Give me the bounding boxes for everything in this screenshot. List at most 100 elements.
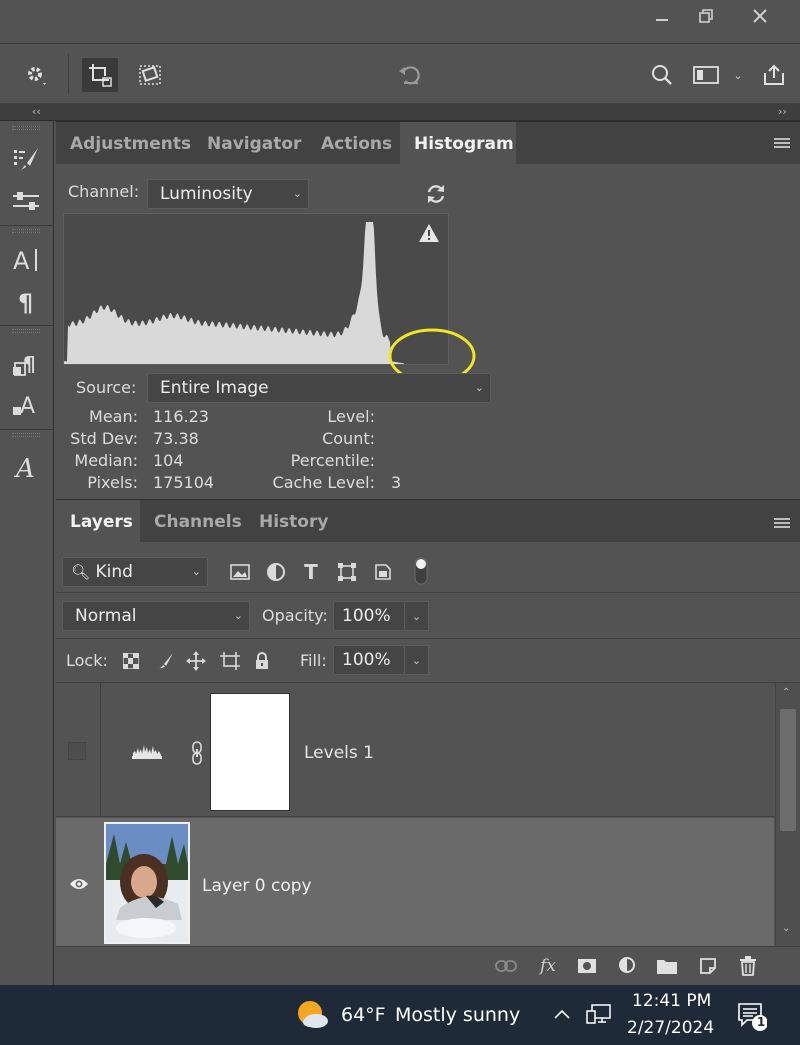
- warning-icon[interactable]: [418, 222, 440, 244]
- crop-delete-icon[interactable]: [82, 58, 118, 92]
- dock-grip[interactable]: [12, 329, 40, 333]
- notification-icon[interactable]: 1: [737, 1001, 768, 1031]
- lock-transparent-icon[interactable]: [120, 650, 142, 672]
- layers-scrollbar[interactable]: ⌃ ⌄: [775, 683, 800, 946]
- weather-temperature[interactable]: 64°F: [341, 1004, 386, 1026]
- search-icon[interactable]: [644, 58, 680, 92]
- scrollbar-thumb[interactable]: [780, 709, 796, 831]
- adjustment-layer-filter-icon[interactable]: [264, 560, 288, 584]
- panel-menu-icon[interactable]: [774, 138, 790, 150]
- shape-layer-filter-icon[interactable]: [335, 560, 359, 584]
- clock-date[interactable]: 2/27/2024: [627, 1018, 714, 1038]
- tab-history[interactable]: History: [245, 500, 342, 542]
- layer-mask-thumbnail[interactable]: [210, 693, 290, 811]
- workspace-icon[interactable]: [688, 58, 724, 92]
- tab-adjustments[interactable]: Adjustments: [56, 122, 205, 164]
- character-styles-icon[interactable]: A: [6, 387, 46, 423]
- smart-object-filter-icon[interactable]: [371, 560, 395, 584]
- minimize-icon[interactable]: [640, 2, 684, 30]
- chevron-down-icon[interactable]: ⌄: [405, 645, 429, 675]
- chevron-down-icon: ⌄: [292, 187, 302, 200]
- median-value: 104: [153, 451, 184, 470]
- opacity-input[interactable]: 100%: [333, 601, 405, 631]
- channel-select[interactable]: Luminosity ⌄: [147, 179, 309, 209]
- new-adjustment-layer-icon[interactable]: [615, 955, 641, 977]
- source-select-value: Entire Image: [160, 378, 269, 398]
- source-label: Source:: [76, 378, 137, 397]
- reset-icon[interactable]: [392, 58, 428, 92]
- tab-layers[interactable]: Layers: [56, 500, 140, 542]
- mean-label: Mean:: [89, 407, 138, 426]
- link-chain-icon[interactable]: [190, 741, 204, 765]
- adjustment-sliders-icon[interactable]: [6, 183, 46, 219]
- layer-filter-select[interactable]: 🔍︎ Kind ⌄: [62, 557, 208, 587]
- lock-artboard-icon[interactable]: [219, 650, 241, 672]
- weather-sun-cloud-icon[interactable]: [294, 999, 330, 1031]
- dock-grip[interactable]: [12, 229, 40, 233]
- straighten-icon[interactable]: [132, 58, 168, 92]
- panel-menu-icon[interactable]: [774, 518, 790, 530]
- collapse-left-icon[interactable]: ‹‹: [32, 104, 41, 120]
- layers-tab-bar: Layers Channels History: [56, 500, 800, 542]
- dock-grip[interactable]: [12, 433, 40, 437]
- pixel-layer-filter-icon[interactable]: [228, 560, 252, 584]
- paragraph-icon[interactable]: ¶: [6, 283, 46, 319]
- trash-icon[interactable]: [735, 955, 761, 977]
- blend-mode-select[interactable]: Normal ⌄: [62, 601, 250, 631]
- tab-histogram[interactable]: Histogram: [400, 122, 516, 164]
- refresh-icon[interactable]: [424, 182, 448, 206]
- scroll-down-icon[interactable]: ⌄: [782, 923, 790, 934]
- restore-icon[interactable]: [684, 2, 728, 30]
- fx-icon[interactable]: fx: [535, 955, 561, 977]
- pixels-value: 175104: [153, 473, 215, 492]
- percentile-label: Percentile:: [290, 451, 375, 470]
- tab-navigator[interactable]: Navigator: [193, 122, 315, 164]
- lock-all-icon[interactable]: [251, 650, 273, 672]
- network-icon[interactable]: [586, 1003, 612, 1027]
- layer-row-levels[interactable]: Levels 1: [56, 683, 774, 817]
- search-icon: 🔍︎: [71, 563, 91, 581]
- brush-presets-icon[interactable]: [6, 141, 46, 177]
- lock-position-move-icon[interactable]: [185, 650, 207, 672]
- chevron-down-icon: ⌄: [191, 565, 201, 578]
- dock-grip[interactable]: [12, 126, 40, 130]
- layer-thumbnail[interactable]: [104, 822, 190, 944]
- options-divider: [68, 54, 69, 94]
- layer-row-layer0copy[interactable]: Layer 0 copy: [56, 818, 774, 946]
- tab-channels[interactable]: Channels: [140, 500, 256, 542]
- link-layers-icon[interactable]: [493, 955, 519, 977]
- paragraph-styles-icon[interactable]: ¶: [6, 347, 46, 383]
- stddev-label: Std Dev:: [70, 429, 138, 448]
- layer-name[interactable]: Levels 1: [304, 743, 374, 763]
- workspace-chevron-icon[interactable]: ⌄: [726, 58, 750, 92]
- weather-description[interactable]: Mostly sunny: [395, 1004, 520, 1026]
- lock-pixels-brush-icon[interactable]: [155, 650, 177, 672]
- pixels-label: Pixels:: [87, 473, 138, 492]
- fill-input[interactable]: 100%: [333, 645, 405, 675]
- channel-select-value: Luminosity: [160, 184, 253, 204]
- collapse-right-icon[interactable]: ››: [778, 104, 787, 120]
- eye-icon[interactable]: [69, 876, 89, 892]
- add-mask-icon[interactable]: [574, 955, 600, 977]
- gear-icon[interactable]: [18, 58, 54, 92]
- chevron-down-icon: ⌄: [233, 609, 243, 622]
- new-layer-icon[interactable]: [695, 955, 721, 977]
- chevron-down-icon[interactable]: ⌄: [405, 601, 429, 631]
- visibility-toggle-empty[interactable]: [68, 742, 86, 760]
- character-icon[interactable]: A: [6, 241, 46, 277]
- clock-time[interactable]: 12:41 PM: [632, 991, 711, 1011]
- title-bar: [0, 0, 800, 44]
- filter-toggle-switch[interactable]: [414, 557, 428, 585]
- share-icon[interactable]: [756, 58, 792, 92]
- type-layer-filter-icon[interactable]: T: [299, 560, 323, 584]
- glyphs-icon[interactable]: A: [6, 449, 46, 485]
- close-icon[interactable]: [738, 2, 782, 30]
- new-group-folder-icon[interactable]: [654, 955, 680, 977]
- svg-text:A: A: [20, 394, 35, 419]
- svg-text:A: A: [13, 247, 30, 273]
- layer-name[interactable]: Layer 0 copy: [202, 876, 312, 896]
- chevron-up-icon[interactable]: [552, 1005, 572, 1025]
- source-select[interactable]: Entire Image ⌄: [147, 373, 491, 403]
- tab-actions[interactable]: Actions: [307, 122, 406, 164]
- scroll-up-icon[interactable]: ⌃: [782, 687, 790, 698]
